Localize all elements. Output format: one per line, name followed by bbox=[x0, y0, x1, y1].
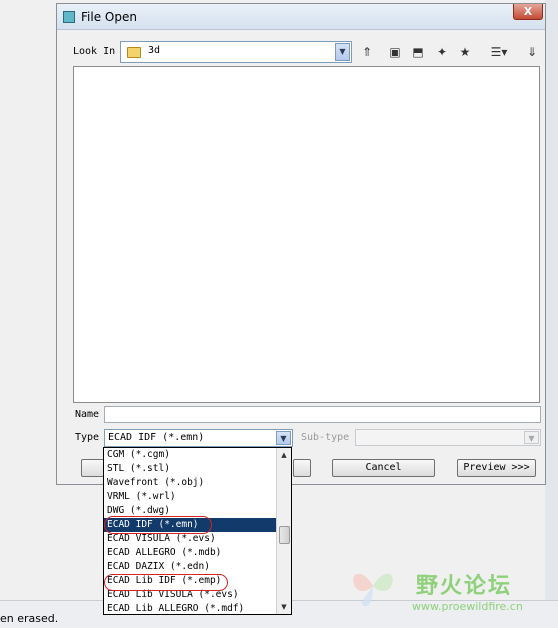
dropdown-scrollbar[interactable]: ▲ ▼ bbox=[276, 448, 291, 614]
scroll-down-icon[interactable]: ▼ bbox=[277, 601, 291, 613]
working-dir-icon[interactable]: ★ bbox=[456, 44, 474, 61]
dropdown-item-ecad-allegro[interactable]: ECAD ALLEGRO (*.mdb) bbox=[104, 546, 276, 560]
subtype-label: Sub-type bbox=[301, 432, 350, 443]
dropdown-item-wavefront[interactable]: Wavefront (*.obj) bbox=[104, 476, 276, 490]
close-button[interactable]: X bbox=[513, 4, 543, 20]
look-in-label: Look In bbox=[73, 46, 116, 57]
type-value: ECAD IDF (*.emn) bbox=[108, 432, 205, 443]
watermark: 野火论坛 www.proewildfire.cn bbox=[348, 560, 548, 620]
file-open-dialog: File Open X Look In 3d ▼ ⇑ ▣ ⬒ ✦ ★ ☰▾ ⇓ … bbox=[56, 3, 546, 485]
butterfly-logo-icon bbox=[353, 573, 393, 607]
annotation-circle-idf bbox=[104, 516, 212, 534]
up-folder-icon[interactable]: ⇑ bbox=[358, 44, 376, 61]
title-bar: File Open X bbox=[57, 4, 545, 30]
dropdown-item-cgm[interactable]: CGM (*.cgm) bbox=[104, 448, 276, 462]
dropdown-item-vrml[interactable]: VRML (*.wrl) bbox=[104, 490, 276, 504]
status-text: en erased. bbox=[0, 612, 59, 625]
scroll-up-icon[interactable]: ▲ bbox=[277, 449, 291, 461]
chevron-down-icon: ▼ bbox=[524, 431, 539, 444]
look-in-combo[interactable]: 3d ▼ bbox=[120, 41, 352, 63]
look-in-value: 3d bbox=[148, 45, 161, 56]
dropdown-item-ecad-dazix[interactable]: ECAD DAZIX (*.edn) bbox=[104, 560, 276, 574]
desktop-icon[interactable]: ▣ bbox=[386, 44, 404, 61]
folder-icon bbox=[127, 47, 141, 58]
new-folder-icon[interactable]: ✦ bbox=[433, 44, 451, 61]
background-right bbox=[545, 0, 558, 628]
background-left bbox=[0, 0, 56, 628]
chevron-down-icon[interactable]: ▼ bbox=[335, 43, 350, 61]
scroll-thumb[interactable] bbox=[279, 526, 290, 544]
download-icon[interactable]: ⇓ bbox=[523, 44, 541, 61]
cancel-button[interactable]: Cancel bbox=[332, 459, 435, 477]
dropdown-item-ecad-lib-allegro[interactable]: ECAD Lib ALLEGRO (*.mdf) bbox=[104, 602, 276, 616]
dropdown-item-ecad-visula[interactable]: ECAD VISULA (*.evs) bbox=[104, 532, 276, 546]
watermark-url: www.proewildfire.cn bbox=[412, 600, 523, 613]
app-icon bbox=[63, 11, 75, 23]
name-label: Name bbox=[75, 409, 100, 420]
preview-button[interactable]: Preview >>> bbox=[457, 459, 536, 477]
annotation-circle-lib-idf bbox=[104, 574, 228, 591]
view-list-icon[interactable]: ☰▾ bbox=[486, 44, 512, 61]
dialog-title: File Open bbox=[81, 10, 137, 24]
name-input[interactable] bbox=[105, 407, 540, 422]
open-folder-icon[interactable]: ⬒ bbox=[409, 44, 427, 61]
file-list-area[interactable] bbox=[73, 66, 540, 403]
chevron-down-icon[interactable]: ▼ bbox=[276, 431, 291, 445]
watermark-title: 野火论坛 bbox=[416, 574, 513, 599]
partial-button[interactable] bbox=[293, 459, 311, 477]
dropdown-item-stl[interactable]: STL (*.stl) bbox=[104, 462, 276, 476]
type-label: Type bbox=[75, 432, 100, 443]
type-combo[interactable]: ECAD IDF (*.emn) ▼ bbox=[104, 429, 293, 447]
subtype-combo: ▼ bbox=[355, 429, 541, 446]
name-field[interactable] bbox=[104, 406, 541, 423]
